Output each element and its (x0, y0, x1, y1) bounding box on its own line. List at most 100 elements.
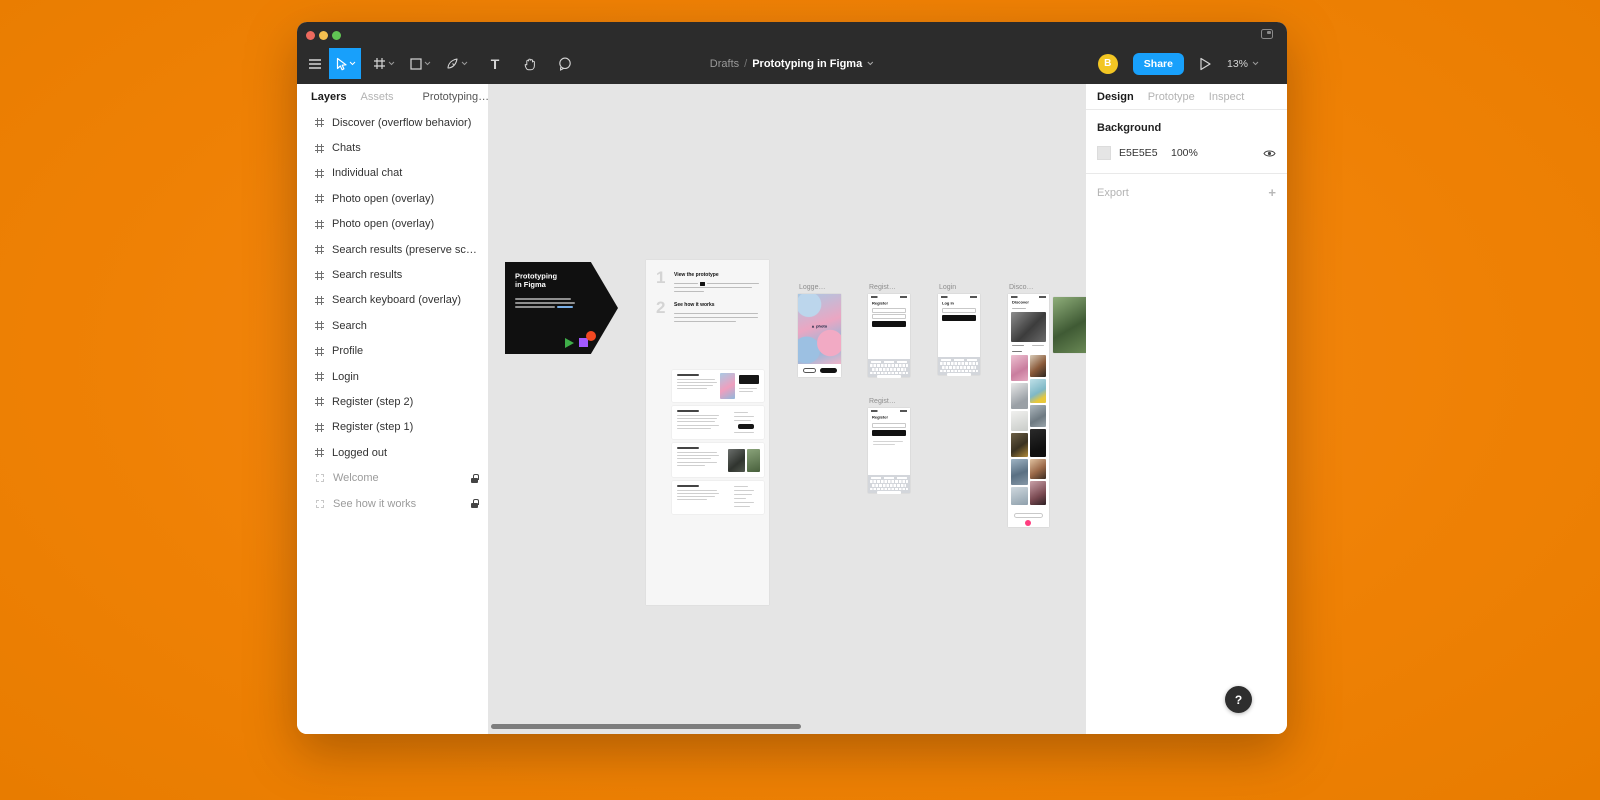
mini-play-button-glyph (700, 282, 705, 286)
layer-row[interactable]: Search (297, 313, 488, 338)
layer-label: Photo open (overlay) (332, 193, 478, 205)
layer-row[interactable]: Profile (297, 339, 488, 364)
clipped-photo-frame[interactable] (1053, 297, 1086, 353)
layer-row[interactable]: Search results (preserve scroll po… (297, 237, 488, 262)
layer-label: Profile (332, 345, 478, 357)
layer-label: Discover (overflow behavior) (332, 117, 478, 129)
breadcrumb: Drafts / Prototyping in Figma (710, 48, 874, 79)
present-play-icon[interactable] (1199, 57, 1212, 71)
horizontal-scrollbar[interactable] (491, 724, 801, 729)
chevron-down-icon (388, 61, 395, 66)
marble-art-image (798, 294, 841, 364)
layer-row-locked[interactable]: Welcome (297, 465, 488, 490)
opacity-value[interactable]: 100% (1171, 147, 1198, 159)
window-mode-icon[interactable] (1261, 29, 1273, 39)
frame-label[interactable]: Login (939, 284, 956, 291)
help-button[interactable]: ? (1225, 686, 1252, 713)
tutorial-text-line (674, 287, 752, 288)
close-window-button[interactable] (306, 31, 315, 40)
frame-icon (315, 372, 324, 381)
minimize-window-button[interactable] (319, 31, 328, 40)
color-swatch[interactable] (1097, 146, 1111, 160)
add-export-button[interactable]: + (1268, 188, 1276, 198)
frame-icon (315, 271, 324, 280)
tutorial-frame[interactable]: 1 View the prototype 2 See how it works (646, 260, 769, 605)
layer-row[interactable]: Chats (297, 135, 488, 160)
comment-tool-button[interactable] (551, 48, 579, 79)
hand-tool-button[interactable] (516, 48, 544, 79)
lock-icon[interactable] (471, 499, 478, 508)
card-photo-thumb (728, 449, 745, 472)
phone-text-line (873, 441, 903, 442)
chevron-down-icon (461, 61, 468, 66)
background-section: Background E5E5E5 100% (1086, 110, 1287, 174)
tab-inspect[interactable]: Inspect (1209, 91, 1244, 103)
pen-tool-button[interactable] (442, 48, 472, 79)
phone-frame-login[interactable]: Login Log in (938, 294, 980, 375)
frame-tool-icon (373, 57, 386, 70)
tab-design[interactable]: Design (1097, 91, 1134, 103)
frame-label[interactable]: Regist… (869, 284, 896, 291)
login-outline-button (803, 368, 816, 373)
phone-submit-button (942, 315, 976, 321)
frame-icon (315, 321, 324, 330)
layer-label: See how it works (333, 498, 471, 510)
phone-submit-button (872, 321, 906, 327)
tab-assets[interactable]: Assets (360, 91, 393, 103)
share-button[interactable]: Share (1133, 53, 1184, 75)
phone-frame-register-1[interactable]: Regist… Register (868, 294, 910, 377)
phone-status-bar (1011, 296, 1046, 298)
phone-keyboard (868, 359, 910, 377)
phone-frame-discover[interactable]: Disco… Discover (1008, 294, 1049, 527)
tab-layers[interactable]: Layers (311, 91, 346, 103)
lock-icon[interactable] (471, 474, 478, 483)
layer-row[interactable]: Register (step 1) (297, 415, 488, 440)
avatar[interactable]: B (1098, 54, 1118, 74)
breadcrumb-drafts-link[interactable]: Drafts (710, 58, 739, 70)
layer-row[interactable]: Logged out (297, 440, 488, 465)
layer-label: Search results (preserve scroll po… (332, 244, 478, 256)
feed-photo (1030, 429, 1046, 457)
layer-row[interactable]: Photo open (overlay) (297, 212, 488, 237)
text-tool-button[interactable]: T (481, 48, 509, 79)
layer-row[interactable]: Discover (overflow behavior) (297, 110, 488, 135)
color-hex-value[interactable]: E5E5E5 (1119, 147, 1171, 159)
cover-text-line (515, 298, 571, 300)
breadcrumb-file-name[interactable]: Prototyping in Figma (752, 58, 862, 70)
phone-frame-logged-out[interactable]: Logge… ▲ photo (798, 294, 841, 377)
tab-prototype[interactable]: Prototype (1148, 91, 1195, 103)
layer-row[interactable]: Individual chat (297, 161, 488, 186)
phone-input (872, 308, 906, 313)
feed-photo (1030, 481, 1046, 505)
frame-label[interactable]: Logge… (799, 284, 825, 291)
shape-tool-button[interactable] (406, 48, 435, 79)
tutorial-text-line (674, 313, 758, 314)
chevron-down-icon[interactable] (867, 61, 874, 66)
feed-photo (1030, 355, 1046, 377)
layer-row[interactable]: Photo open (overlay) (297, 186, 488, 211)
layer-row[interactable]: Login (297, 364, 488, 389)
zoom-window-button[interactable] (332, 31, 341, 40)
layer-row[interactable]: Register (step 2) (297, 389, 488, 414)
frame-label[interactable]: Regist… (869, 398, 896, 405)
frame-label[interactable]: Disco… (1009, 284, 1034, 291)
tutorial-text-line (674, 321, 736, 322)
canvas[interactable]: Prototyping in Figma 1 View the prototyp… (488, 84, 1086, 734)
zoom-level-dropdown[interactable]: 13% (1227, 58, 1259, 70)
frame-tool-button[interactable] (369, 48, 399, 79)
feed-photo (1030, 459, 1046, 479)
visibility-toggle[interactable] (1263, 149, 1276, 158)
frame-icon (315, 448, 324, 457)
layer-row-locked[interactable]: See how it works (297, 491, 488, 516)
step-number: 2 (656, 298, 665, 318)
cover-frame[interactable]: Prototyping in Figma (505, 262, 618, 354)
page-selector-label: Prototyping in … (423, 91, 492, 103)
move-tool-button[interactable] (329, 48, 361, 79)
layer-row[interactable]: Search results (297, 262, 488, 287)
cover-text-line (515, 306, 555, 308)
layer-list: Discover (overflow behavior) Chats Indiv… (297, 110, 488, 516)
layer-row[interactable]: Search keyboard (overlay) (297, 288, 488, 313)
main-menu-button[interactable] (301, 48, 329, 79)
frame-icon (315, 169, 324, 178)
phone-frame-register-2[interactable]: Regist… Register (868, 408, 910, 493)
